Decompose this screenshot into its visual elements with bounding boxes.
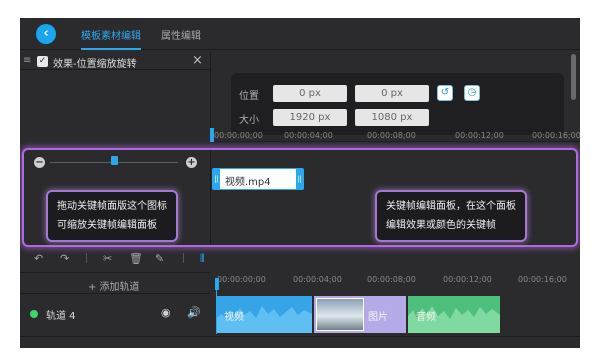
- track-status-dot: [30, 310, 38, 318]
- track-name: 轨道 4: [46, 311, 76, 322]
- ruler-tick: 00:00:12;00: [455, 131, 504, 140]
- ruler-tick: 00:00:08;00: [367, 275, 416, 284]
- effect-title: 效果-位置缩放旋转: [53, 59, 137, 70]
- image-thumbnail: [316, 298, 364, 331]
- close-icon[interactable]: ×: [192, 53, 203, 68]
- reset-icon[interactable]: ↺: [437, 85, 453, 101]
- clip-right-handle[interactable]: ||: [296, 169, 303, 189]
- tooltip-keyframe-hint: 关键帧编辑面板，在这个面板 编辑效果或颜色的关键帧: [375, 190, 527, 242]
- position-label: 位置: [239, 91, 259, 102]
- size-label: 大小: [239, 115, 259, 126]
- keyframe-clip[interactable]: || 视频.mp4 ||: [212, 168, 304, 190]
- position-y-input[interactable]: 0 px: [355, 85, 429, 102]
- redo-icon[interactable]: ↷: [60, 252, 69, 265]
- ruler-tick: 00:00:16;00: [518, 275, 567, 284]
- audio-clip[interactable]: 音频: [408, 296, 500, 333]
- add-track-button[interactable]: + 添加轨道: [20, 272, 210, 294]
- panel-divider: [210, 52, 211, 128]
- zoom-in-icon[interactable]: +: [186, 157, 197, 168]
- video-editor-app: ‹ 模板素材编辑 属性编辑 ≡ ✓ 效果-位置缩放旋转 × 位置 0 px 0 …: [20, 18, 580, 348]
- clip-left-handle[interactable]: ||: [213, 169, 220, 189]
- ruler-tick: 00:00:08;00: [367, 131, 416, 140]
- tooltip-line: 可缩放关键帧编辑面板: [57, 220, 157, 231]
- effect-enable-checkbox[interactable]: ✓: [37, 56, 48, 67]
- ruler-tick: 00:00:04;00: [293, 275, 342, 284]
- video-clip[interactable]: 视频: [216, 296, 312, 333]
- ruler-tick: 00:00:00;00: [217, 275, 266, 284]
- ruler-tick: 00:00:00;00: [214, 131, 263, 140]
- zoom-slider-thumb[interactable]: [111, 156, 118, 165]
- size-height-input[interactable]: 1080 px: [355, 109, 429, 126]
- speaker-icon[interactable]: 🔊: [187, 306, 201, 319]
- ruler-tick: 00:00:12;00: [443, 275, 492, 284]
- timeline-playhead[interactable]: [215, 278, 219, 290]
- tab-template-material[interactable]: 模板素材编辑: [81, 27, 141, 42]
- clip-label: 视频: [224, 312, 244, 323]
- keyframe-ruler[interactable]: 00:00:00;00 00:00:04;00 00:00:08;00 00:0…: [210, 128, 580, 142]
- active-tab-indicator: [81, 48, 141, 50]
- split-icon[interactable]: ⫴: [200, 252, 205, 266]
- add-track-label: + 添加轨道: [88, 282, 140, 293]
- tab-property-edit[interactable]: 属性编辑: [161, 27, 201, 42]
- transform-properties: 位置 0 px 0 px ↺ ◷ 大小 1920 px 1080 px: [231, 73, 564, 135]
- edit-toolbar: ↶ ↷ ✂ 🗑 ✎ ⫴: [20, 250, 580, 268]
- tooltip-line: 拖动关键帧面版这个图标: [57, 201, 167, 212]
- clip-label: 音频: [416, 312, 436, 323]
- cut-icon[interactable]: ✂: [103, 252, 112, 265]
- clip-name: 视频.mp4: [225, 177, 271, 188]
- playhead-marker[interactable]: [210, 128, 214, 142]
- menu-icon[interactable]: ≡: [23, 55, 31, 66]
- toolbar-separator: [183, 253, 184, 263]
- size-width-input[interactable]: 1920 px: [273, 109, 347, 126]
- position-x-input[interactable]: 0 px: [273, 85, 347, 102]
- timeline-playhead-line: [216, 290, 217, 334]
- image-clip[interactable]: 图片: [314, 296, 406, 333]
- timeline-ruler[interactable]: 00:00:00;00 00:00:04;00 00:00:08;00 00:0…: [215, 272, 580, 290]
- clip-label: 图片: [368, 312, 388, 323]
- edit-icon[interactable]: ✎: [155, 252, 164, 265]
- back-arrow-icon[interactable]: ‹: [36, 24, 56, 44]
- delete-icon[interactable]: 🗑: [129, 252, 143, 265]
- zoom-out-icon[interactable]: −: [34, 157, 45, 168]
- top-bar: ‹ 模板素材编辑 属性编辑: [20, 18, 580, 50]
- toolbar-separator: [86, 253, 87, 263]
- track-header: 轨道 4 ◉ 🔊: [20, 295, 210, 333]
- ruler-tick: 00:00:04;00: [284, 131, 333, 140]
- keyframe-timer-icon[interactable]: ◷: [464, 85, 480, 101]
- timeline-bottom: [20, 336, 580, 348]
- tooltip-zoom-hint: 拖动关键帧面版这个图标 可缩放关键帧编辑面板: [46, 190, 178, 242]
- vertical-scrollbar[interactable]: [571, 54, 576, 100]
- effect-header: ≡ ✓ 效果-位置缩放旋转 ×: [20, 52, 210, 70]
- tooltip-line: 编辑效果或颜色的关键帧: [386, 220, 496, 231]
- eye-icon[interactable]: ◉: [161, 306, 171, 319]
- keyframe-divider: [210, 150, 211, 245]
- keyframe-editor-panel: − + || 视频.mp4 || 拖动关键帧面版这个图标 可缩放关键帧编辑面板 …: [22, 148, 578, 247]
- ruler-tick: 00:00:16;00: [532, 131, 580, 140]
- tooltip-line: 关键帧编辑面板，在这个面板: [386, 201, 516, 212]
- undo-icon[interactable]: ↶: [34, 252, 43, 265]
